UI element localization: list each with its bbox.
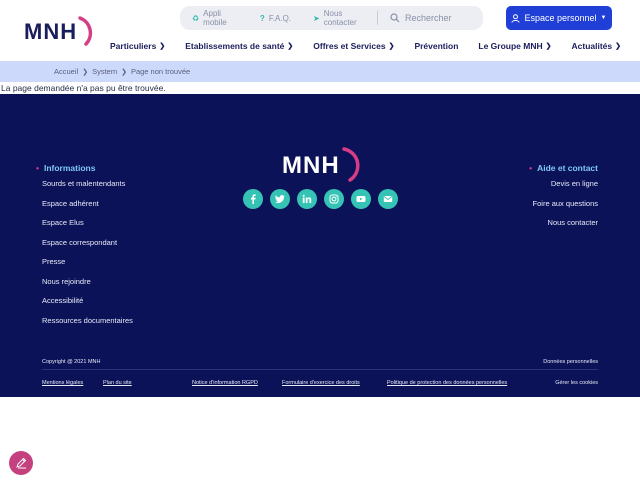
- chevron-down-icon: ❯: [615, 43, 621, 50]
- nav-label: Le Groupe MNH: [478, 41, 543, 51]
- footer-link-nous-rejoindre[interactable]: Nous rejoindre: [42, 277, 91, 286]
- chevron-down-icon: ❯: [388, 43, 395, 50]
- aide-title: • Aide et contact: [529, 163, 598, 173]
- chevron-right-icon: ❯: [121, 68, 127, 76]
- logo-text: MNH: [24, 19, 77, 44]
- nav-item-etablissements[interactable]: Etablissements de santé ❯: [185, 41, 293, 51]
- site-header: MNH ♻ Appli mobile ? F.A.Q. ➤ Nous conta…: [0, 0, 640, 62]
- email-link[interactable]: [378, 189, 398, 209]
- politique-protection-link[interactable]: Politique de protection des données pers…: [387, 380, 507, 386]
- youtube-link[interactable]: [351, 189, 371, 209]
- nav-item-groupe[interactable]: Le Groupe MNH ❯: [478, 41, 551, 51]
- espace-personnel-label: Espace personnel: [524, 13, 597, 23]
- caret-down-icon: ▼: [600, 15, 607, 21]
- nav-item-offres[interactable]: Offres et Services ❯: [313, 41, 394, 51]
- twitter-link[interactable]: [270, 189, 290, 209]
- informations-title: • Informations: [36, 163, 95, 173]
- not-found-message: La page demandée n'a pas pu être trouvée…: [1, 83, 166, 93]
- breadcrumb-system[interactable]: System: [92, 67, 117, 76]
- formulaire-droits-link[interactable]: Formulaire d'exercice des droits: [282, 380, 360, 386]
- utility-bar: ♻ Appli mobile ? F.A.Q. ➤ Nous contacter: [180, 6, 483, 30]
- breadcrumb-current: Page non trouvée: [130, 67, 191, 76]
- footer-link-devis[interactable]: Devis en ligne: [551, 179, 598, 188]
- search-box: [378, 6, 483, 30]
- nav-item-particuliers[interactable]: Particuliers ❯: [110, 41, 165, 51]
- appli-mobile-link[interactable]: ♻ Appli mobile: [180, 6, 248, 30]
- informations-title-text: Informations: [43, 163, 96, 173]
- footer-divider: [42, 369, 598, 370]
- espace-personnel-button[interactable]: Espace personnel ▼: [506, 6, 612, 30]
- contact-label: Nous contacter: [323, 9, 357, 27]
- social-links: [243, 189, 398, 209]
- nav-item-actualites[interactable]: Actualités ❯: [572, 41, 622, 51]
- footer-link-accessibilite[interactable]: Accessibilité: [42, 296, 83, 305]
- chevron-down-icon: ❯: [159, 43, 166, 50]
- breadcrumb: Accueil ❯ System ❯ Page non trouvée: [0, 61, 640, 82]
- footer-link-faq[interactable]: Foire aux questions: [533, 199, 598, 208]
- notice-rgpd-link[interactable]: Notice d'information RGPD: [192, 380, 258, 386]
- send-icon: ➤: [313, 13, 320, 23]
- mnh-logo[interactable]: MNH: [24, 14, 96, 48]
- nav-label: Etablissements de santé: [185, 41, 285, 51]
- appli-mobile-label: Appli mobile: [203, 9, 227, 27]
- instagram-link[interactable]: [324, 189, 344, 209]
- nav-label: Particuliers: [110, 41, 157, 51]
- footer-link-sourds[interactable]: Sourds et malentendants: [42, 179, 125, 188]
- nav-item-prevention[interactable]: Prévention: [414, 41, 458, 51]
- search-input[interactable]: [405, 13, 475, 23]
- youtube-icon: [356, 196, 366, 202]
- footer-link-presse[interactable]: Presse: [42, 257, 65, 266]
- cookies-link[interactable]: Gérer les cookies: [555, 380, 598, 386]
- contact-link[interactable]: ➤ Nous contacter: [301, 6, 377, 30]
- aide-title-text: Aide et contact: [537, 163, 598, 173]
- facebook-icon: [251, 194, 256, 204]
- breadcrumb-accueil[interactable]: Accueil: [54, 67, 78, 76]
- bullet-icon: •: [529, 163, 533, 173]
- footer-link-espace-adherent[interactable]: Espace adhérent: [42, 199, 99, 208]
- nav-label: Offres et Services: [313, 41, 386, 51]
- footer-link-espace-correspondant[interactable]: Espace correspondant: [42, 238, 117, 247]
- mobile-icon: ♻: [192, 13, 200, 23]
- faq-link[interactable]: ? F.A.Q.: [248, 6, 301, 30]
- chevron-down-icon: ❯: [545, 43, 552, 50]
- nav-label: Actualités: [571, 41, 613, 51]
- nav-label: Prévention: [414, 41, 459, 51]
- twitter-icon: [275, 195, 285, 203]
- footer-mnh-logo[interactable]: MNH: [282, 144, 360, 184]
- mentions-legales-link[interactable]: Mentions légales: [42, 380, 83, 386]
- bullet-icon: •: [36, 163, 39, 173]
- plan-du-site-link[interactable]: Plan du site: [103, 380, 132, 386]
- email-icon: [383, 196, 393, 202]
- user-icon: [511, 13, 521, 23]
- donnees-personnelles-link[interactable]: Données personnelles: [543, 359, 598, 365]
- linkedin-icon: [302, 194, 312, 203]
- copyright-text: Copyright @ 2021 MNH: [42, 359, 101, 365]
- chevron-right-icon: ❯: [82, 68, 89, 76]
- page: MNH ♻ Appli mobile ? F.A.Q. ➤ Nous conta…: [0, 0, 640, 480]
- faq-label: F.A.Q.: [268, 13, 292, 23]
- linkedin-link[interactable]: [297, 189, 317, 209]
- site-footer: • Informations Sourds et malentendants Es…: [0, 94, 640, 397]
- main-nav: Particuliers ❯ Etablissements de santé ❯ O…: [110, 36, 621, 56]
- question-icon: ?: [259, 13, 265, 23]
- accessibility-fab[interactable]: [9, 451, 33, 475]
- footer-logo-text: MNH: [282, 152, 340, 179]
- facebook-link[interactable]: [243, 189, 263, 209]
- footer-link-espace-elus[interactable]: Espace Elus: [42, 218, 84, 227]
- instagram-icon: [329, 194, 339, 204]
- pencil-icon: [16, 457, 27, 469]
- chevron-down-icon: ❯: [287, 43, 294, 50]
- footer-link-nous-contacter[interactable]: Nous contacter: [548, 218, 598, 227]
- search-icon[interactable]: [390, 13, 400, 23]
- footer-link-ressources[interactable]: Ressources documentaires: [42, 316, 133, 325]
